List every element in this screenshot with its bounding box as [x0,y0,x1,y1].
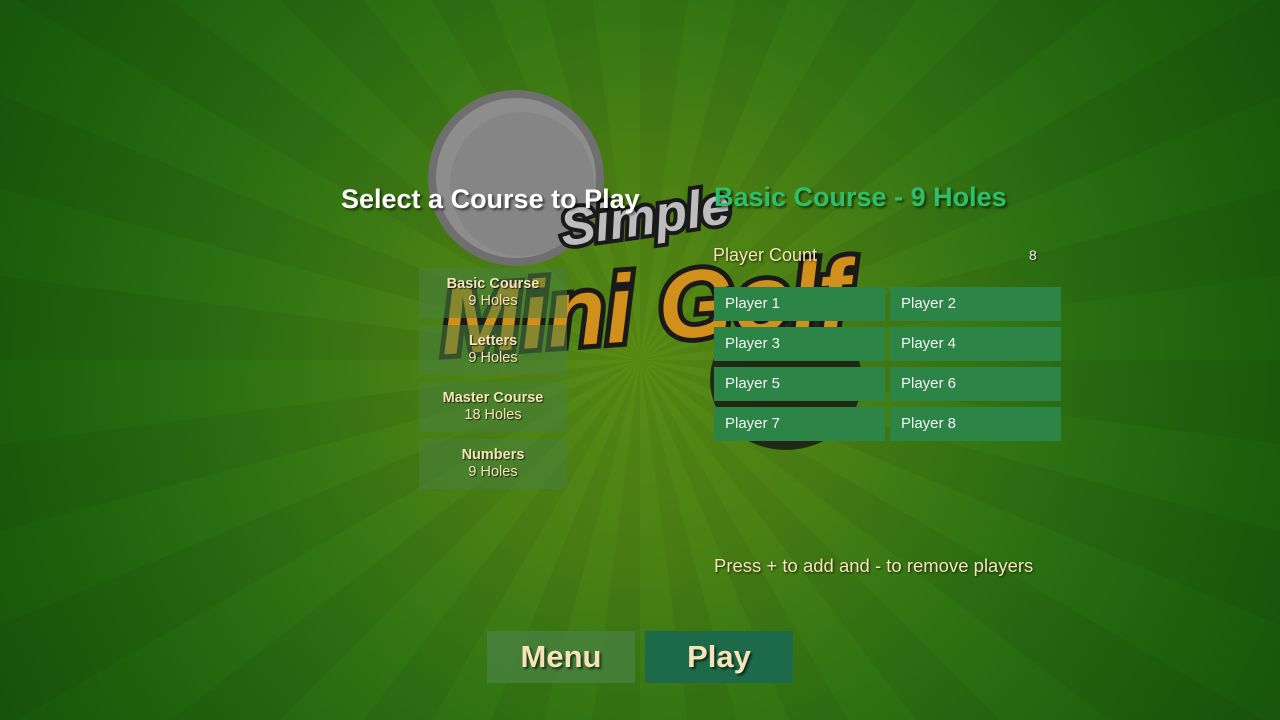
player-count-label: Player Count [713,245,818,265]
player-slot-4[interactable]: Player 4 [890,327,1061,361]
course-item-master[interactable]: Master Course 18 Holes [419,382,567,432]
course-item-numbers[interactable]: Numbers 9 Holes [419,439,567,489]
player-hint-text: Press + to add and - to remove players [714,555,1034,576]
course-name: Master Course [442,390,544,406]
course-holes: 18 Holes [464,407,522,423]
player-slot-5[interactable]: Player 5 [714,367,885,401]
course-name: Numbers [461,447,525,463]
course-item-basic[interactable]: Basic Course 9 Holes [419,268,567,318]
player-slot-3[interactable]: Player 3 [714,327,885,361]
player-slot-1[interactable]: Player 1 [714,287,885,321]
course-holes: 9 Holes [468,464,518,480]
selected-course-title: Basic Course - 9 Holes [714,182,1007,212]
course-name: Basic Course [446,276,540,292]
course-holes: 9 Holes [468,293,518,309]
menu-button[interactable]: Menu [487,631,635,683]
course-name: Letters [468,333,518,349]
course-item-letters[interactable]: Letters 9 Holes [419,325,567,375]
player-slot-6[interactable]: Player 6 [890,367,1061,401]
player-slot-7[interactable]: Player 7 [714,407,885,441]
player-slot-8[interactable]: Player 8 [890,407,1061,441]
player-slot-2[interactable]: Player 2 [890,287,1061,321]
select-course-heading: Select a Course to Play [341,184,640,214]
course-holes: 9 Holes [468,350,518,366]
play-button[interactable]: Play [645,631,793,683]
player-count-value: 8 [1029,247,1037,263]
